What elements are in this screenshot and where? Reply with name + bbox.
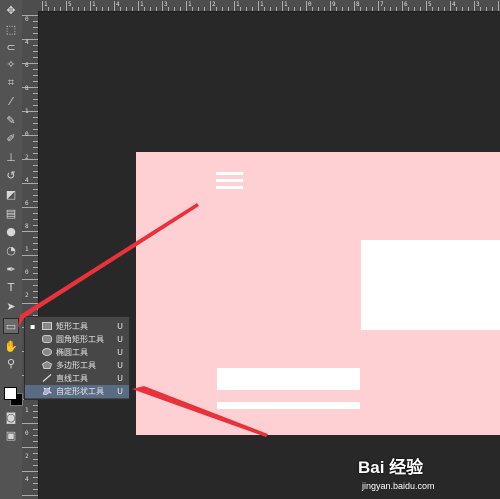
watermark-logo-text: Bai 经验	[358, 458, 424, 477]
arrow-to-custom-shape-tool	[132, 386, 268, 437]
baidu-jingyan-watermark: Bai 经验 jingyan.baidu.com	[352, 453, 497, 497]
arrow-to-shape-tool	[18, 203, 199, 328]
annotation-arrows	[18, 203, 268, 437]
watermark-url: jingyan.baidu.com	[362, 481, 435, 491]
